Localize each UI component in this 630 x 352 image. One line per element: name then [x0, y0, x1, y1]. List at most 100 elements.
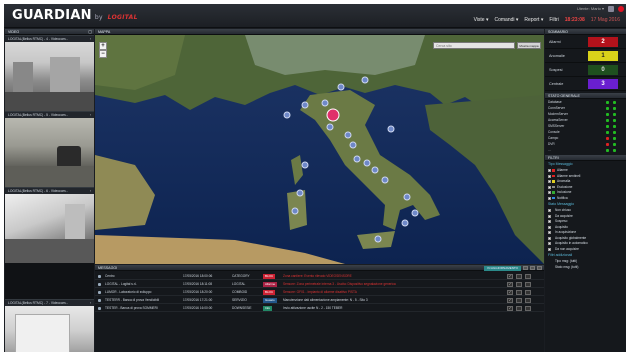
acknowledge-button[interactable]: ✓	[507, 282, 513, 287]
camera-feed[interactable]	[5, 194, 94, 263]
checkbox[interactable]	[548, 180, 551, 183]
state-label: Acquisito in automatico	[555, 241, 588, 245]
summary-row[interactable]: Allarmi 2	[545, 35, 626, 49]
message-button[interactable]	[525, 282, 531, 287]
message-button[interactable]	[516, 274, 522, 279]
summary-count: 0	[588, 65, 618, 75]
menu-comandi[interactable]: Comandi ▾	[495, 17, 519, 23]
message-button[interactable]	[525, 306, 531, 311]
checkbox[interactable]	[548, 169, 551, 172]
menu-viste[interactable]: Viste ▾	[474, 17, 489, 23]
zoom-in-button[interactable]: +	[99, 42, 107, 50]
message-time: 17/05/2016 18:00:06	[183, 274, 213, 278]
map-canvas[interactable]	[95, 35, 544, 264]
status-indicator	[606, 119, 609, 122]
message-text: Sensore: Zona perimetrale interna 3 - Us…	[283, 282, 396, 286]
checkbox[interactable]	[548, 220, 551, 223]
checkbox[interactable]	[548, 231, 551, 234]
message-button[interactable]	[516, 290, 522, 295]
checkbox[interactable]	[548, 214, 551, 218]
camera-header: LOGITAL(Bellus RTMC) - 5 - Videocam... ›	[5, 111, 94, 118]
state-label: Sospeso	[555, 219, 568, 223]
right-panel: SOMMARIO Allarmi 2 Anomalie 1 Sospesi 0 Centra…	[545, 29, 626, 352]
status-indicator	[606, 143, 609, 146]
checkbox[interactable]	[548, 247, 551, 251]
status-indicator	[613, 113, 616, 116]
status-indicator	[606, 131, 609, 134]
status-label: Database	[548, 100, 562, 104]
message-time: 17/05/2016 17:21:00	[183, 298, 213, 302]
message-state-heading: Stato Messaggio	[548, 202, 575, 206]
checkbox[interactable]	[548, 174, 551, 178]
message-category: LOGITAL	[232, 282, 246, 286]
checkbox[interactable]	[548, 209, 551, 212]
checkbox[interactable]	[548, 236, 551, 240]
acknowledge-button[interactable]: ✓	[507, 306, 513, 311]
message-button[interactable]	[525, 274, 531, 279]
message-button[interactable]	[516, 306, 522, 311]
map-search: Mostra mappa	[433, 42, 543, 50]
checkbox[interactable]	[548, 225, 551, 229]
summary-row[interactable]: Sospesi 0	[545, 63, 626, 77]
checkbox[interactable]	[548, 185, 551, 189]
message-button[interactable]	[516, 298, 522, 303]
message-row[interactable]: TESTER - Banca di prova SOMMERI 17/05/201…	[95, 305, 544, 312]
menu-report[interactable]: Report ▾	[524, 17, 543, 23]
acknowledge-button[interactable]: ✓	[507, 290, 513, 295]
acknowledge-button[interactable]: ✓	[507, 298, 513, 303]
map-panel[interactable]: MAPPA + − Cerca sito Mostra mappa	[95, 29, 544, 264]
message-row[interactable]: LOGITAL - Logital s.r.l. 17/05/2016 18:11…	[95, 281, 544, 288]
close-icon[interactable]	[618, 6, 624, 12]
message-site: TESTERR - Banca di prova Vendicibili	[105, 298, 160, 302]
message-type-icon	[98, 299, 101, 302]
message-category: SERVIZIO	[232, 298, 247, 302]
summary-row[interactable]: Anomalie 1	[545, 49, 626, 63]
camera-feed[interactable]	[5, 306, 94, 352]
checkbox[interactable]	[548, 196, 551, 200]
message-site: LUMOR - Laboratorio di sviluppo	[105, 290, 152, 294]
state-filter-option[interactable]: Da non acquisire	[545, 247, 626, 253]
message-button[interactable]	[525, 298, 531, 303]
toolbar-button[interactable]	[537, 266, 542, 270]
top-bar: GUARDIAN by LOGITAL Utente: Mario ▾ Viste…	[4, 4, 626, 28]
message-text: Zona cantiere: Evento rilevato VIDEOSENS…	[283, 274, 352, 278]
menu-filtri[interactable]: Filtri	[549, 17, 558, 23]
message-row[interactable]: Centro 17/05/2016 18:00:06 CATEGORY BLOC Zon…	[95, 273, 544, 280]
message-button[interactable]	[525, 290, 531, 295]
message-badge: Guasto	[263, 298, 277, 303]
message-text: Manutenzione dati alimentazione ampiamen…	[283, 298, 368, 302]
checkbox[interactable]	[548, 242, 551, 245]
toolbar-button[interactable]	[523, 266, 528, 270]
summary-count: 1	[588, 51, 618, 61]
acknowledge-button[interactable]: ✓	[507, 274, 513, 279]
user-label[interactable]: Utente: Mario ▾	[577, 6, 604, 11]
camera-feed[interactable]	[5, 118, 94, 187]
status-label: AccessServer	[548, 118, 568, 122]
message-row[interactable]: TESTERR - Banca di prova Vendicibili 17/0…	[95, 297, 544, 304]
show-map-button[interactable]: Mostra mappa	[517, 42, 541, 49]
state-label: Acquisito	[555, 224, 568, 229]
state-label: In acquisizione	[555, 230, 577, 234]
status-indicator	[606, 137, 609, 140]
status-indicator	[606, 107, 609, 110]
checkbox[interactable]	[548, 191, 551, 194]
summary-label: Anomalie	[549, 54, 565, 58]
zoom-out-button[interactable]: −	[99, 50, 107, 58]
message-button[interactable]	[516, 282, 522, 287]
main-menu: Viste ▾ Comandi ▾ Report ▾ Filtri 18:23:…	[474, 17, 620, 23]
type-color-swatch	[552, 180, 555, 183]
site-search-input[interactable]	[433, 42, 515, 49]
message-row[interactable]: LUMOR - Laboratorio di sviluppo 17/05/201…	[95, 289, 544, 296]
extra-filter-option[interactable]: Stato msg: (tutti)	[545, 265, 626, 271]
active-alarm-pin[interactable]	[326, 108, 340, 122]
toolbar-button[interactable]	[530, 266, 535, 270]
camera-header: LOGITAL(Bellus RTMC) - 4 - Videocam... ›	[5, 35, 94, 42]
message-category: COMBOID	[232, 290, 248, 294]
settings-icon[interactable]	[608, 6, 614, 12]
camera-feed[interactable]	[5, 42, 94, 111]
update-tab[interactable]: IN AGGIORNAMENTO	[484, 265, 521, 271]
summary-label: Sospesi	[549, 68, 563, 72]
status-indicator	[613, 149, 616, 152]
summary-row[interactable]: Centrale 3	[545, 77, 626, 91]
type-filter-option[interactable]: Notifica	[545, 196, 626, 202]
